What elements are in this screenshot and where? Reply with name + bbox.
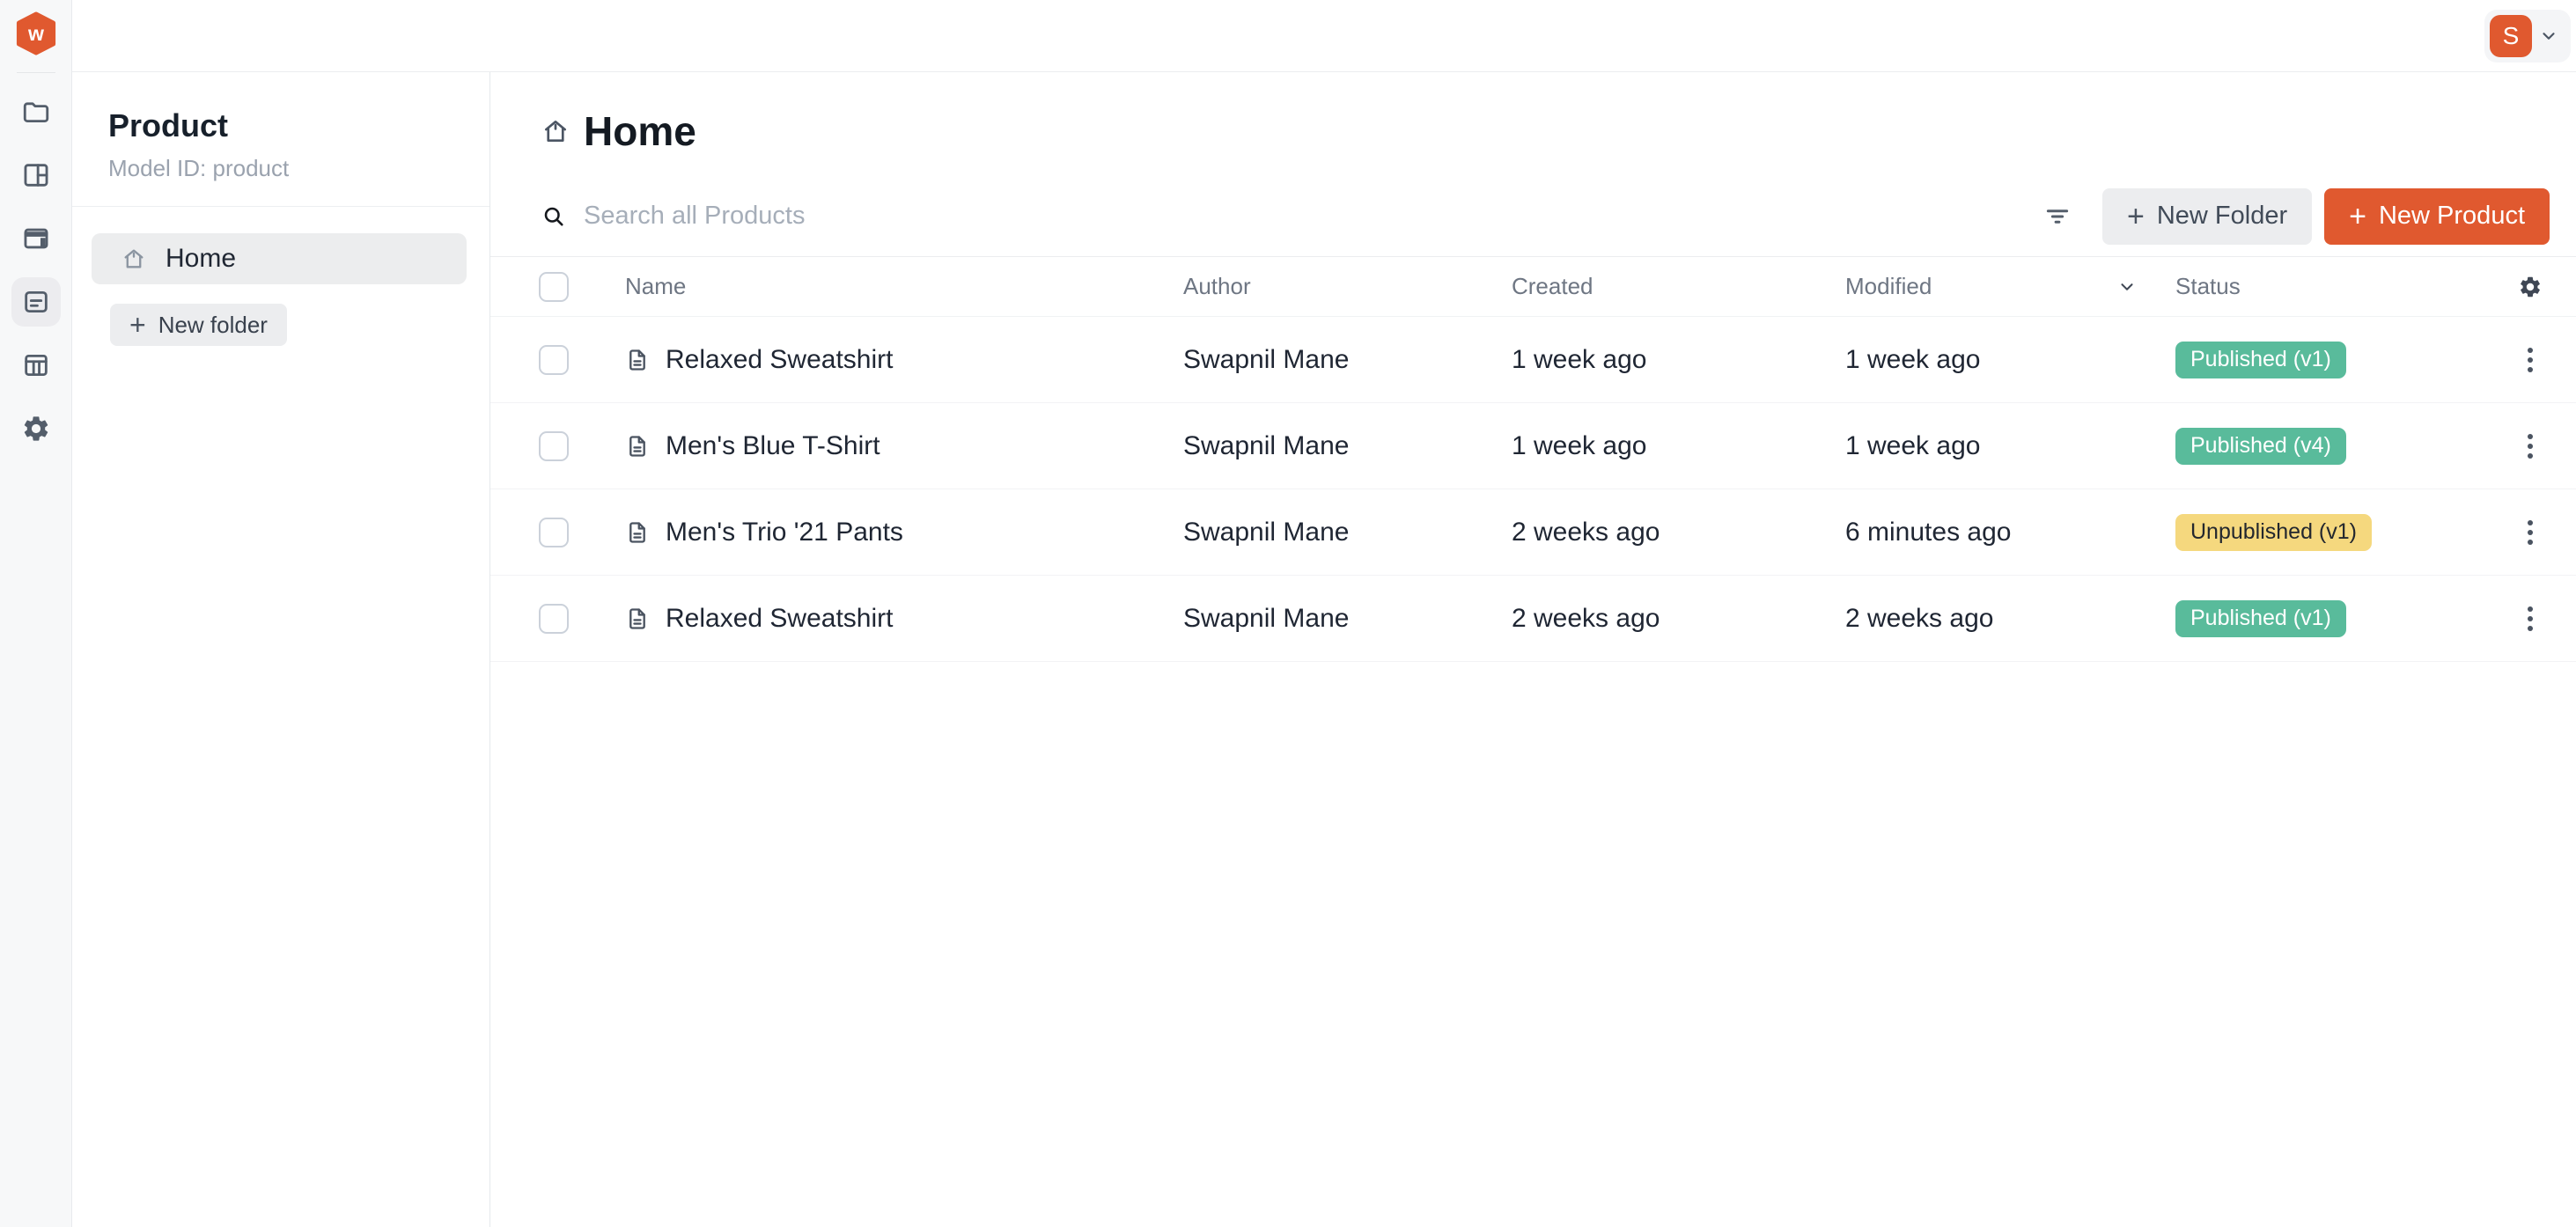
webiny-logo[interactable]: w [15, 11, 57, 55]
rail-item-settings[interactable] [11, 404, 61, 453]
cms-entries-icon [21, 287, 51, 317]
entry-created: 1 week ago [1512, 431, 1845, 461]
document-icon [625, 520, 650, 545]
filter-icon [2044, 203, 2071, 230]
new-folder-button[interactable]: + New Folder [2102, 188, 2312, 245]
home-icon [121, 246, 146, 271]
model-title: Product [108, 107, 463, 144]
row-checkbox[interactable] [539, 345, 569, 375]
gear-icon [2518, 275, 2543, 299]
sidebar-item-home[interactable]: Home [92, 233, 467, 284]
model-panel: Product Model ID: product Home + New fol… [72, 72, 490, 1227]
folder-icon [21, 97, 51, 127]
toolbar: + New Folder + New Product [490, 176, 2576, 257]
entry-name: Men's Trio '21 Pants [666, 518, 903, 547]
table-row[interactable]: Men's Blue T-Shirt Swapnil Mane 1 week a… [490, 403, 2576, 489]
sidebar-new-folder-button[interactable]: + New folder [110, 304, 287, 346]
sidebar-item-label: Home [166, 244, 236, 274]
row-checkbox[interactable] [539, 431, 569, 461]
rail-item-page-builder[interactable] [11, 214, 61, 263]
entry-name: Relaxed Sweatshirt [666, 345, 893, 375]
status-badge: Unpublished (v1) [2175, 514, 2372, 551]
entry-modified: 1 week ago [1845, 431, 2175, 461]
model-id: Model ID: product [108, 155, 463, 182]
status-badge: Published (v1) [2175, 342, 2346, 378]
layout-icon [21, 160, 51, 190]
column-header-author: Author [1183, 273, 1512, 300]
entry-name: Relaxed Sweatshirt [666, 604, 893, 634]
table-row[interactable]: Relaxed Sweatshirt Swapnil Mane 1 week a… [490, 317, 2576, 403]
chevron-down-icon [2539, 26, 2558, 46]
document-icon [625, 434, 650, 459]
row-menu-button[interactable] [2522, 515, 2538, 550]
settings-gear-icon [21, 414, 51, 444]
entry-created: 1 week ago [1512, 345, 1845, 375]
new-product-button-label: New Product [2379, 202, 2525, 231]
rail-item-tables[interactable] [11, 341, 61, 390]
entry-modified: 1 week ago [1845, 345, 2175, 375]
column-header-status: Status [2175, 273, 2507, 300]
rail-divider [17, 72, 55, 73]
svg-text:w: w [27, 22, 44, 45]
row-checkbox[interactable] [539, 604, 569, 634]
search-icon [541, 204, 566, 229]
page-builder-icon [21, 224, 51, 253]
new-folder-button-label: New Folder [2157, 202, 2287, 231]
rail-item-cms-entries[interactable] [11, 277, 61, 327]
column-header-name: Name [625, 273, 1183, 300]
entry-author: Swapnil Mane [1183, 431, 1512, 461]
search-box [541, 201, 2044, 231]
table-row[interactable]: Relaxed Sweatshirt Swapnil Mane 2 weeks … [490, 576, 2576, 662]
page-title: Home [584, 107, 696, 155]
column-header-modified[interactable]: Modified [1845, 273, 2175, 300]
app-window: w [0, 0, 2576, 1227]
row-menu-button[interactable] [2522, 429, 2538, 464]
entry-author: Swapnil Mane [1183, 604, 1512, 634]
rail-item-file-manager[interactable] [11, 87, 61, 136]
rail-item-layout[interactable] [11, 151, 61, 200]
table-icon [21, 350, 51, 380]
search-input[interactable] [582, 201, 1202, 231]
table-body: Relaxed Sweatshirt Swapnil Mane 1 week a… [490, 317, 2576, 662]
document-icon [625, 606, 650, 631]
entry-author: Swapnil Mane [1183, 345, 1512, 375]
new-product-button[interactable]: + New Product [2324, 188, 2550, 245]
table-header: Name Author Created Modified Status [490, 257, 2576, 317]
column-settings-button[interactable] [2518, 275, 2543, 299]
select-all-checkbox[interactable] [539, 272, 569, 302]
table-row[interactable]: Men's Trio '21 Pants Swapnil Mane 2 week… [490, 489, 2576, 576]
home-icon [541, 117, 570, 145]
avatar: S [2490, 15, 2532, 57]
row-checkbox[interactable] [539, 518, 569, 547]
column-header-modified-label: Modified [1845, 273, 1932, 300]
row-menu-button[interactable] [2522, 601, 2538, 636]
entry-modified: 2 weeks ago [1845, 604, 2175, 634]
entry-created: 2 weeks ago [1512, 518, 1845, 547]
top-bar: S [72, 0, 2576, 72]
main-content: Home + New Folder + New Product [490, 72, 2576, 1227]
status-badge: Published (v1) [2175, 600, 2346, 637]
column-header-created: Created [1512, 273, 1845, 300]
filter-button[interactable] [2044, 203, 2071, 230]
entry-author: Swapnil Mane [1183, 518, 1512, 547]
account-menu[interactable]: S [2484, 10, 2571, 62]
row-menu-button[interactable] [2522, 342, 2538, 378]
entry-created: 2 weeks ago [1512, 604, 1845, 634]
status-badge: Published (v4) [2175, 428, 2346, 465]
app-rail: w [0, 0, 72, 1227]
sort-chevron-down-icon [2117, 277, 2137, 297]
document-icon [625, 348, 650, 372]
new-folder-label: New folder [158, 312, 268, 339]
panel-divider [72, 206, 489, 207]
entry-name: Men's Blue T-Shirt [666, 431, 880, 461]
entry-modified: 6 minutes ago [1845, 518, 2175, 547]
